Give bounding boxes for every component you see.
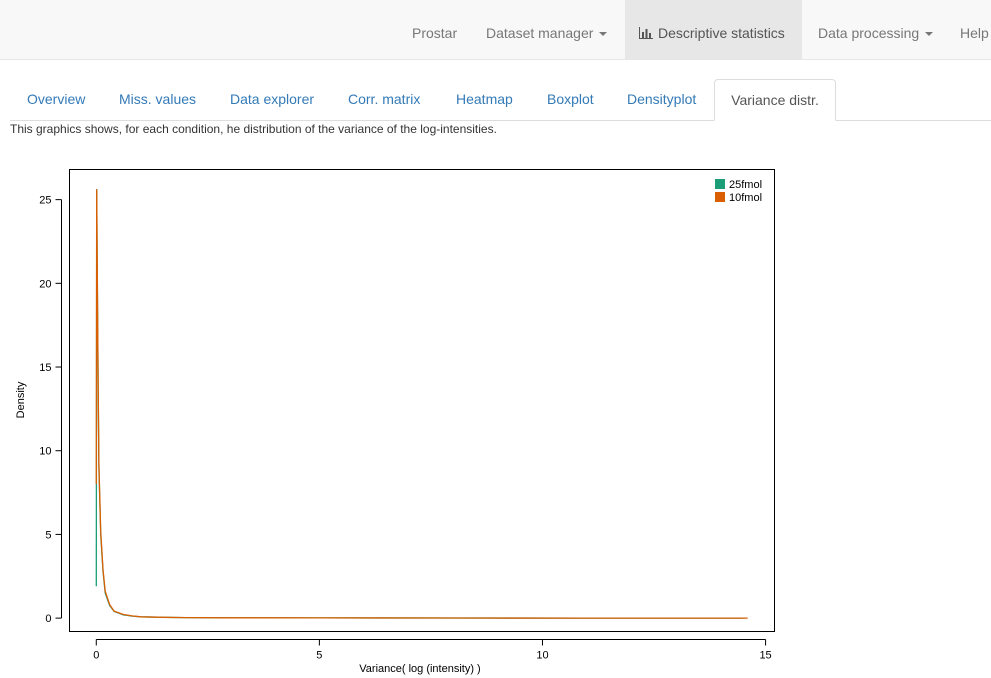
legend-swatch-25fmol bbox=[715, 179, 725, 189]
tab-label: Densityplot bbox=[627, 91, 697, 107]
tab-variance-distr[interactable]: Variance distr. bbox=[714, 79, 836, 121]
tab-label: Data explorer bbox=[230, 91, 315, 107]
stats-tabs: Overview Miss. values Data explorer Corr… bbox=[10, 79, 991, 121]
legend-swatch-10fmol bbox=[715, 192, 725, 202]
tab-boxplot[interactable]: Boxplot bbox=[547, 79, 594, 120]
nav-brand-prostar[interactable]: Prostar bbox=[412, 0, 457, 59]
nav-help-label: Help bbox=[960, 25, 989, 41]
y-tick-label: 25 bbox=[39, 195, 51, 207]
series-line-10fmol bbox=[95, 188, 748, 619]
bar-chart-icon bbox=[639, 27, 653, 39]
nav-descriptive-statistics-label: Descriptive statistics bbox=[658, 25, 785, 41]
tab-densityplot[interactable]: Densityplot bbox=[627, 79, 696, 120]
nav-data-processing[interactable]: Data processing bbox=[818, 0, 934, 59]
series-group bbox=[95, 188, 748, 619]
y-tick-label: 0 bbox=[45, 613, 51, 625]
nav-dataset-manager-label: Dataset manager bbox=[486, 25, 594, 41]
x-tick-label: 5 bbox=[316, 650, 322, 662]
nav-descriptive-statistics[interactable]: Descriptive statistics bbox=[625, 0, 802, 59]
nav-brand-label: Prostar bbox=[412, 25, 458, 41]
y-tick-label: 15 bbox=[39, 362, 51, 374]
tab-label: Miss. values bbox=[119, 91, 197, 107]
tab-label: Boxplot bbox=[547, 91, 594, 107]
y-tick-label: 20 bbox=[39, 278, 51, 290]
y-tick-label: 10 bbox=[39, 446, 51, 458]
series-line-25fmol bbox=[95, 188, 744, 619]
x-axis-label: Variance( log (intensity) ) bbox=[359, 663, 480, 675]
nav-help[interactable]: Help bbox=[960, 0, 989, 59]
tab-label: Overview bbox=[27, 91, 86, 107]
tab-data-explorer[interactable]: Data explorer bbox=[230, 79, 314, 120]
tab-corr-matrix[interactable]: Corr. matrix bbox=[348, 79, 420, 120]
axes: 0 5 10 15 0 5 10 15 20 25 bbox=[39, 195, 771, 662]
plot-description: This graphics shows, for each condition,… bbox=[10, 122, 497, 136]
tab-miss-values[interactable]: Miss. values bbox=[119, 79, 196, 120]
variance-density-chart: 0 5 10 15 0 5 10 15 20 25 25fmol 10fmol Variance(… bbox=[15, 169, 775, 675]
x-tick-label: 10 bbox=[536, 650, 548, 662]
y-axis-label: Density bbox=[15, 381, 27, 418]
legend-label-25fmol: 25fmol bbox=[729, 179, 762, 191]
plot-frame bbox=[69, 169, 775, 632]
chevron-down-icon bbox=[925, 32, 934, 37]
tab-label: Heatmap bbox=[456, 91, 513, 107]
tab-label: Corr. matrix bbox=[348, 91, 421, 107]
nav-dataset-manager[interactable]: Dataset manager bbox=[486, 0, 608, 59]
legend: 25fmol 10fmol bbox=[715, 179, 762, 204]
top-navbar: Prostar Dataset manager Descriptive stat… bbox=[0, 0, 991, 60]
tab-heatmap[interactable]: Heatmap bbox=[456, 79, 513, 120]
tab-overview[interactable]: Overview bbox=[27, 79, 85, 120]
tab-label: Variance distr. bbox=[731, 92, 819, 108]
chevron-down-icon bbox=[599, 32, 608, 37]
x-tick-label: 0 bbox=[93, 650, 99, 662]
legend-label-10fmol: 10fmol bbox=[729, 192, 762, 204]
nav-data-processing-label: Data processing bbox=[818, 25, 920, 41]
x-tick-label: 15 bbox=[759, 650, 771, 662]
y-tick-label: 5 bbox=[45, 529, 51, 541]
